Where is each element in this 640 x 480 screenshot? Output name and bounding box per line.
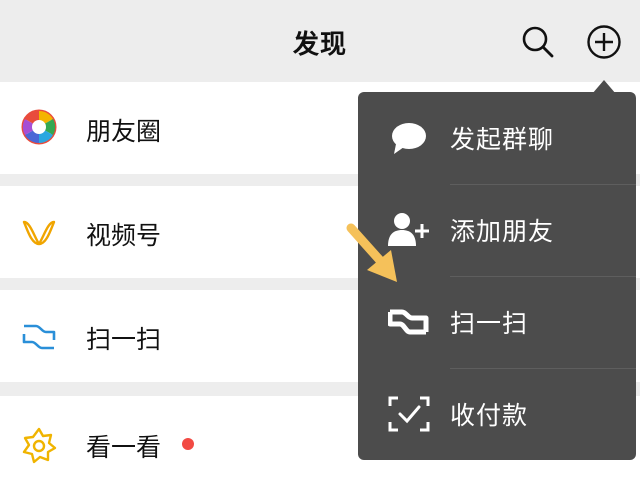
menu-item-payment[interactable]: 收付款 [358, 368, 636, 460]
list-item-label: 朋友圈 [86, 117, 162, 146]
scan-icon [387, 302, 430, 342]
discover-screen: 发现 朋友圈 视频号 扫一扫 看一看 发起群聊 添加朋友 扫一扫 收付款 [0, 0, 640, 480]
list-item-label: 扫一扫 [86, 325, 162, 354]
hint-arrow-icon [345, 222, 405, 290]
chat-bubble-icon [388, 118, 430, 158]
top-stories-icon [20, 426, 58, 464]
plus-circle-icon[interactable] [586, 24, 622, 60]
menu-item-label: 扫一扫 [450, 309, 529, 338]
list-item-label: 看一看 [86, 433, 162, 462]
unread-badge [182, 438, 194, 450]
channels-icon [20, 214, 58, 252]
scan-icon [20, 318, 58, 356]
menu-item-group-chat[interactable]: 发起群聊 [358, 92, 636, 184]
search-icon[interactable] [520, 24, 556, 60]
top-bar: 发现 [0, 0, 640, 82]
menu-item-label: 收付款 [450, 401, 529, 430]
payment-icon [388, 394, 430, 434]
menu-item-label: 添加朋友 [450, 217, 555, 246]
moments-icon [20, 108, 58, 146]
list-item-label: 视频号 [86, 221, 162, 250]
menu-item-label: 发起群聊 [450, 125, 555, 154]
